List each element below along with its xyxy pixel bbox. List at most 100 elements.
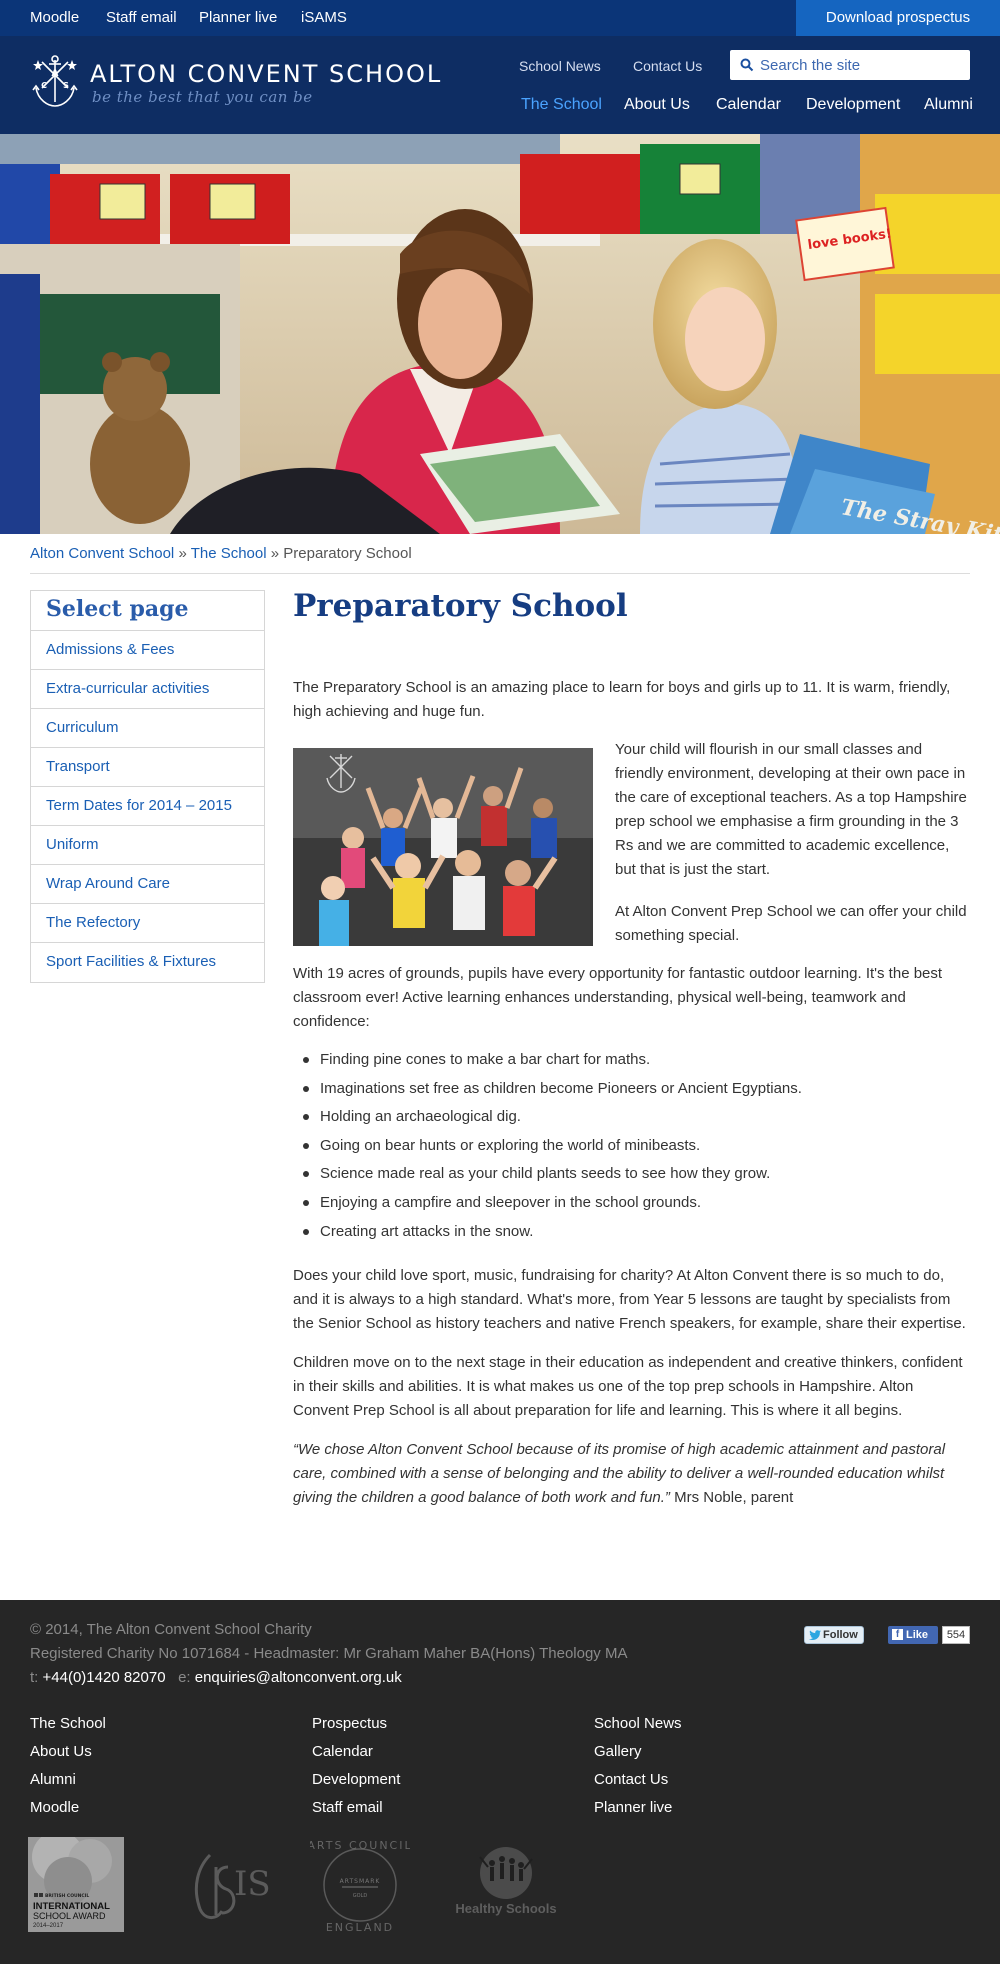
planner-live-link[interactable]: Planner live (199, 9, 277, 26)
artsmark-level: GOLD (353, 1893, 368, 1899)
divider (30, 573, 970, 574)
footer-charity-info: Registered Charity No 1071684 - Headmast… (30, 1645, 628, 1662)
search-input[interactable] (760, 54, 960, 76)
sidebar-item-refectory[interactable]: The Refectory (31, 904, 264, 943)
site-search[interactable] (730, 50, 970, 80)
sidebar-item-extra-curricular[interactable]: Extra-curricular activities (31, 670, 264, 709)
facebook-like-button[interactable]: f Like (888, 1626, 938, 1644)
footer-link-calendar[interactable]: Calendar (312, 1743, 373, 1760)
facebook-like-count: 554 (942, 1626, 970, 1644)
sidebar-nav: Select page Admissions & Fees Extra-curr… (30, 590, 265, 983)
healthy-schools-badge: Healthy Schools (455, 1847, 557, 1916)
sidebar-item-wrap-around-care[interactable]: Wrap Around Care (31, 865, 264, 904)
sidebar-item-uniform[interactable]: Uniform (31, 826, 264, 865)
footer-contact: t: +44(0)1420 82070 e: enquiries@altonco… (30, 1669, 402, 1686)
testimonial-quote: “We chose Alton Convent School because o… (293, 1441, 946, 1506)
sidebar-item-sport-facilities[interactable]: Sport Facilities & Fixtures (31, 943, 264, 982)
artsmark-label: ARTSMARK (340, 1878, 381, 1885)
search-icon[interactable] (740, 58, 754, 72)
footer-link-contact-us[interactable]: Contact Us (594, 1771, 668, 1788)
school-name: ALTON CONVENT SCHOOL (90, 60, 443, 88)
svg-text:S: S (63, 81, 69, 90)
footer-link-moodle[interactable]: Moodle (30, 1799, 79, 1816)
badge-school-award: SCHOOL AWARD (33, 1911, 106, 1921)
twitter-bird-icon (809, 1630, 821, 1640)
parent-testimonial: “We chose Alton Convent School because o… (293, 1438, 970, 1510)
footer-link-the-school[interactable]: The School (30, 1715, 106, 1732)
intro-paragraph: The Preparatory School is an amazing pla… (293, 679, 951, 720)
sidebar-item-admissions-fees[interactable]: Admissions & Fees (31, 631, 264, 670)
footer-link-school-news[interactable]: School News (594, 1715, 682, 1732)
school-tagline: be the best that you can be (92, 88, 313, 106)
list-item: Going on bear hunts or exploring the wor… (303, 1134, 970, 1163)
list-item: Imaginations set free as children become… (303, 1077, 970, 1106)
site-header: A C S ALTON CONVENT SCHOOL be the best t… (0, 36, 1000, 134)
footer-link-prospectus[interactable]: Prospectus (312, 1715, 387, 1732)
sidebar-item-transport[interactable]: Transport (31, 748, 264, 787)
something-special-paragraph: At Alton Convent Prep School we can offe… (615, 903, 967, 944)
international-school-award-badge: BRITISH COUNCIL INTERNATIONAL SCHOOL AWA… (28, 1837, 124, 1932)
footer-link-development[interactable]: Development (312, 1771, 400, 1788)
school-crest-logo[interactable]: A C S (30, 54, 80, 110)
page-title: Preparatory School (293, 588, 628, 624)
children-dancing-photo (293, 748, 593, 946)
email-label: e: (178, 1669, 191, 1686)
utility-bar: Moodle Staff email Planner live iSAMS Do… (0, 0, 1000, 36)
sidebar-title: Select page (31, 591, 264, 631)
sidebar-item-curriculum[interactable]: Curriculum (31, 709, 264, 748)
breadcrumb-separator: » (178, 545, 187, 562)
breadcrumb-home[interactable]: Alton Convent School (30, 545, 174, 562)
twitter-follow-label: Follow (823, 1629, 858, 1641)
breadcrumb-current: Preparatory School (283, 545, 412, 562)
nav-development[interactable]: Development (806, 96, 900, 114)
staff-email-link[interactable]: Staff email (106, 9, 177, 26)
nav-alumni[interactable]: Alumni (924, 96, 973, 114)
isams-link[interactable]: iSAMS (301, 9, 347, 26)
list-item: Enjoying a campfire and sleepover in the… (303, 1191, 970, 1220)
hero-photo: The Stray Kitten love books! (0, 134, 1000, 534)
nav-about-us[interactable]: About Us (624, 96, 690, 114)
arts-council-bottom: ENGLAND (326, 1921, 394, 1932)
footer-copyright: © 2014, The Alton Convent School Charity (30, 1621, 312, 1638)
outdoor-learning-paragraph: With 19 acres of grounds, pupils have ev… (293, 965, 943, 1030)
nav-the-school[interactable]: The School (521, 96, 602, 114)
breadcrumb: Alton Convent School » The School » Prep… (30, 545, 412, 562)
badge-years: 2014–2017 (33, 1923, 64, 1929)
flourish-paragraph: Your child will flourish in our small cl… (615, 741, 967, 878)
school-news-link[interactable]: School News (519, 58, 601, 74)
list-item: Creating art attacks in the snow. (303, 1220, 970, 1249)
list-item: Finding pine cones to make a bar chart f… (303, 1048, 970, 1077)
svg-text:C: C (41, 81, 47, 90)
download-prospectus-button[interactable]: Download prospectus (796, 0, 1000, 36)
badge-british-council-org: BRITISH COUNCIL (45, 1893, 89, 1899)
next-stage-paragraph: Children move on to the next stage in th… (293, 1354, 963, 1419)
footer-phone-link[interactable]: +44(0)1420 82070 (43, 1669, 166, 1686)
breadcrumb-the-school[interactable]: The School (191, 545, 267, 562)
breadcrumb-separator: » (270, 545, 280, 562)
footer-link-staff-email[interactable]: Staff email (312, 1799, 383, 1816)
sport-music-paragraph: Does your child love sport, music, fundr… (293, 1267, 966, 1332)
children-dancing-image (293, 748, 593, 946)
footer-link-planner-live[interactable]: Planner live (594, 1799, 672, 1816)
moodle-link[interactable]: Moodle (30, 9, 79, 26)
footer-link-gallery[interactable]: Gallery (594, 1743, 642, 1760)
footer-link-alumni[interactable]: Alumni (30, 1771, 76, 1788)
footer-email-link[interactable]: enquiries@altonconvent.org.uk (195, 1669, 402, 1686)
outdoor-activities-list: Finding pine cones to make a bar chart f… (303, 1048, 970, 1249)
testimonial-author: Mrs Noble, parent (674, 1489, 794, 1506)
facebook-icon: f (892, 1629, 903, 1640)
arts-council-artsmark-gold-badge: ARTS COUNCIL ARTSMARK GOLD ENGLAND (310, 1839, 410, 1932)
footer-link-about-us[interactable]: About Us (30, 1743, 92, 1760)
sidebar-item-term-dates[interactable]: Term Dates for 2014 – 2015 (31, 787, 264, 826)
isa-logo: ISA (194, 1853, 270, 1919)
isa-letters: ISA (234, 1864, 270, 1904)
tel-label: t: (30, 1669, 39, 1686)
twitter-follow-button[interactable]: Follow (804, 1626, 864, 1644)
hero-image-teacher-reading-to-child: The Stray Kitten love books! (0, 134, 1000, 534)
list-item: Science made real as your child plants s… (303, 1162, 970, 1191)
nav-calendar[interactable]: Calendar (716, 96, 781, 114)
facebook-like-label: Like (906, 1629, 929, 1641)
list-item: Holding an archaeological dig. (303, 1105, 970, 1134)
contact-us-link[interactable]: Contact Us (633, 58, 702, 74)
healthy-schools-label: Healthy Schools (455, 1901, 556, 1916)
